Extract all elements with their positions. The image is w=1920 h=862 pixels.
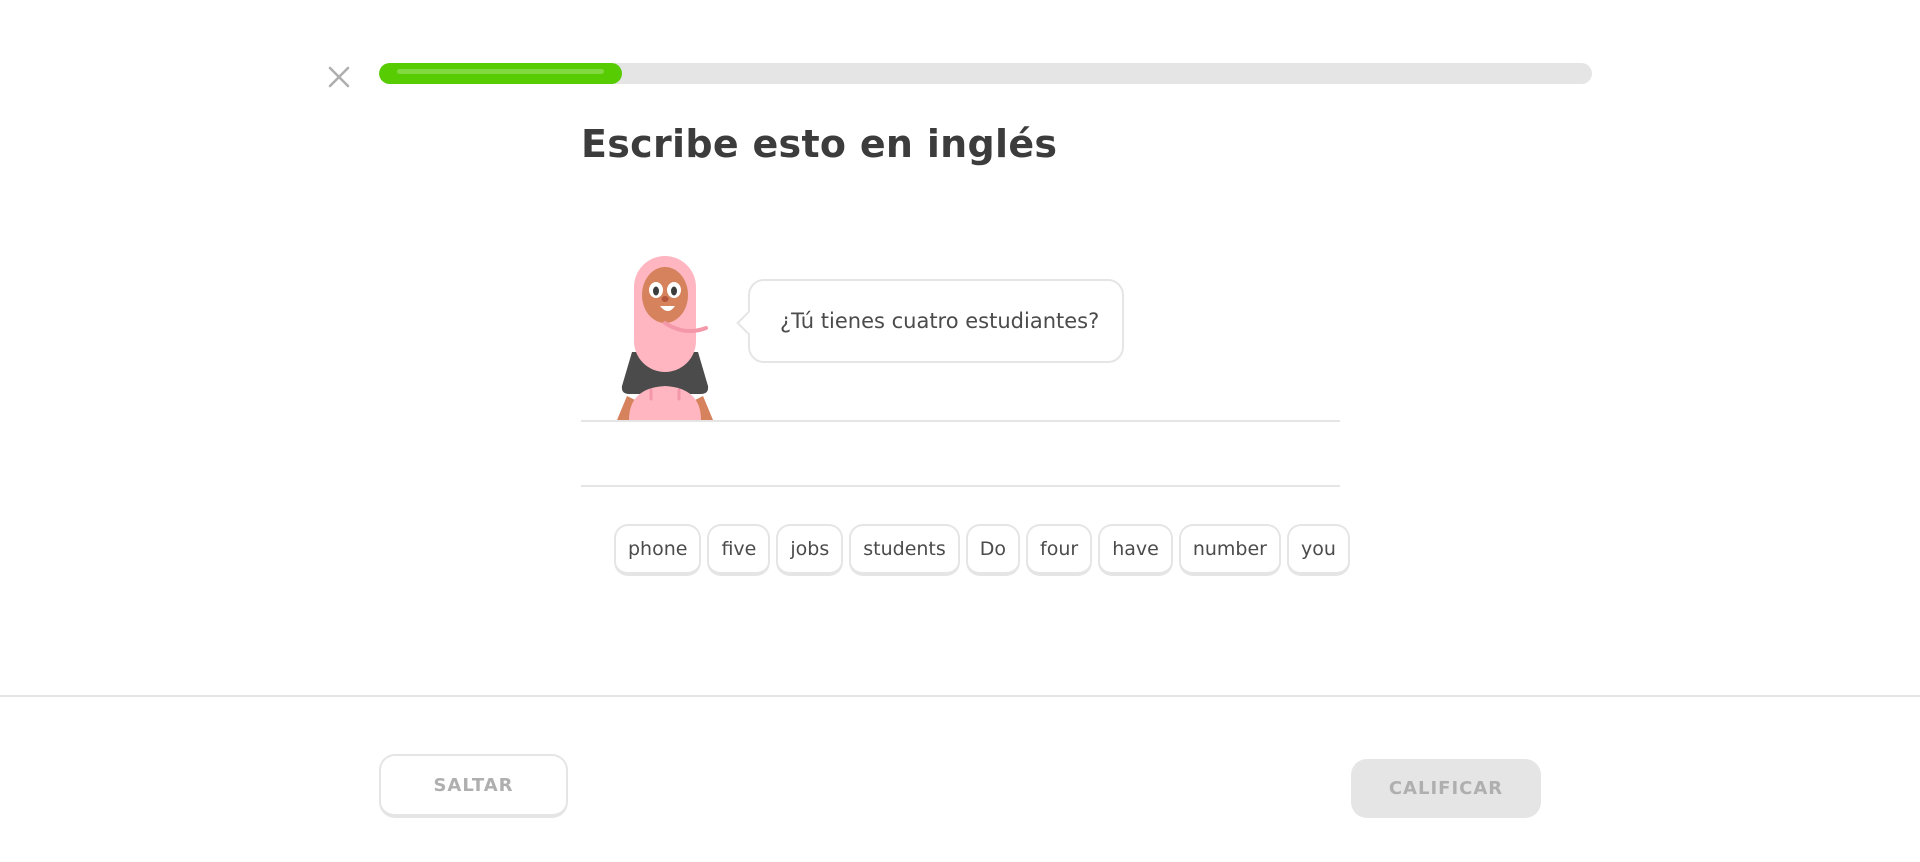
answer-line-bottom[interactable] [581,485,1340,487]
close-button[interactable] [322,60,356,94]
progress-shine [397,69,604,74]
page-title: Escribe esto en inglés [581,122,1058,166]
word-chip-five[interactable]: five [707,524,771,576]
character-illustration [617,256,713,420]
word-chip-jobs[interactable]: jobs [776,524,844,576]
word-chip-do[interactable]: Do [965,524,1021,576]
close-icon [328,66,350,88]
word-chip-students[interactable]: students [849,524,960,576]
footer-divider [0,695,1920,697]
check-button: CALIFICAR [1351,759,1541,818]
word-bank: phone five jobs students Do four have number you [614,524,1350,576]
lesson-page: Escribe esto en inglés ¿Tú tienes cuatro… [0,0,1920,862]
word-chip-number[interactable]: number [1178,524,1281,576]
word-chip-four[interactable]: four [1026,524,1093,576]
progress-bar [379,63,1592,84]
prompt-sentence[interactable]: ¿Tú tienes cuatro estudiantes? [780,309,1099,333]
progress-fill [379,63,622,84]
skip-button[interactable]: SALTAR [379,754,568,818]
speech-bubble: ¿Tú tienes cuatro estudiantes? [736,279,1124,363]
word-chip-have[interactable]: have [1098,524,1173,576]
speech-bubble-tail [736,310,762,336]
word-chip-you[interactable]: you [1287,524,1350,576]
word-chip-phone[interactable]: phone [614,524,702,576]
answer-line-top [581,420,1340,422]
